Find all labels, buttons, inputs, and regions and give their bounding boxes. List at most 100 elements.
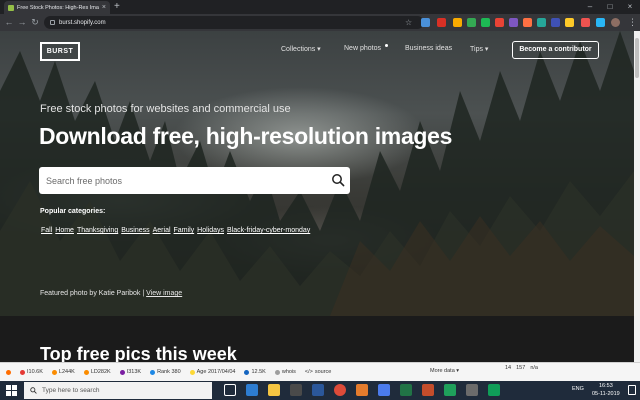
close-window-button[interactable]: × xyxy=(620,0,640,14)
nav-business-ideas[interactable]: Business ideas xyxy=(405,45,452,52)
extension-icon[interactable] xyxy=(551,18,560,27)
file-explorer-icon[interactable] xyxy=(268,384,280,396)
search-input[interactable] xyxy=(39,167,319,194)
back-arrow-icon[interactable]: ← xyxy=(3,14,15,31)
seo-item[interactable]: whois xyxy=(274,369,296,375)
extension-icon[interactable] xyxy=(481,18,490,27)
category-fall[interactable]: Fall xyxy=(41,227,52,234)
burst-logo[interactable]: BURST xyxy=(40,42,80,61)
app-icon[interactable] xyxy=(378,384,390,396)
clock-date: 05-11-2019 xyxy=(592,391,620,397)
seo-extension-bar: I10.6K L244K LD282K I313K Rank 380 Age 2… xyxy=(0,362,640,381)
seo-item[interactable] xyxy=(6,369,11,375)
seo-item[interactable]: I10.6K xyxy=(20,369,43,375)
profile-avatar-icon[interactable] xyxy=(611,18,620,27)
chrome-icon[interactable] xyxy=(334,384,346,396)
category-thanksgiving[interactable]: Thanksgiving xyxy=(77,227,118,234)
tab-close-icon[interactable]: × xyxy=(102,4,106,11)
seo-item[interactable]: L244K xyxy=(51,369,75,375)
scrollbar-track[interactable] xyxy=(634,31,640,362)
bing-icon xyxy=(51,369,57,375)
app-icon[interactable] xyxy=(444,384,456,396)
category-home[interactable]: Home xyxy=(55,227,74,234)
extension-icon[interactable] xyxy=(537,18,546,27)
new-tab-button[interactable]: + xyxy=(114,1,120,13)
search-icon xyxy=(30,387,37,394)
nav-new-photos[interactable]: New photos xyxy=(344,45,381,52)
taskbar-search[interactable]: Type here to search xyxy=(24,382,212,399)
tagline: Free stock photos for websites and comme… xyxy=(40,103,291,115)
google-icon xyxy=(20,369,25,375)
category-black-friday[interactable]: Black-friday-cyber-monday xyxy=(227,227,310,234)
url-text: burst.shopify.com xyxy=(59,19,106,26)
view-image-link[interactable]: View image xyxy=(146,290,182,297)
app-icon[interactable] xyxy=(466,384,478,396)
seo-item[interactable]: Rank 380 xyxy=(150,369,181,375)
search-icon[interactable] xyxy=(331,173,345,187)
seo-item[interactable]: LD282K xyxy=(83,369,111,375)
age-icon xyxy=(189,369,195,375)
whois-icon xyxy=(274,369,280,375)
clock-time: 16:53 xyxy=(598,383,613,389)
address-bar[interactable]: burst.shopify.com xyxy=(44,16,424,29)
seo-item[interactable]: 12.5K xyxy=(244,369,266,375)
page-viewport: BURST Collections ▾ New photos Business … xyxy=(0,31,634,362)
section-heading: Top free pics this week xyxy=(40,344,237,362)
category-aerial[interactable]: Aerial xyxy=(153,227,171,234)
extension-icon[interactable] xyxy=(421,18,430,27)
extension-icon[interactable] xyxy=(453,18,462,27)
reload-icon[interactable]: ↻ xyxy=(29,14,41,31)
task-view-icon[interactable] xyxy=(224,384,236,396)
mail-icon[interactable] xyxy=(312,384,324,396)
tab-active[interactable]: Free Stock Photos: High-Res Ima × xyxy=(4,1,110,14)
more-data-dropdown[interactable]: More data ▾ xyxy=(430,368,459,374)
store-icon[interactable] xyxy=(290,384,302,396)
nav-collections[interactable]: Collections ▾ xyxy=(281,45,321,53)
extension-icon[interactable] xyxy=(581,18,590,27)
app-icon[interactable] xyxy=(488,384,500,396)
forward-arrow-icon[interactable]: → xyxy=(16,14,28,31)
app-icon[interactable] xyxy=(422,384,434,396)
seo-item[interactable]: I313K xyxy=(119,369,141,375)
nav-tips[interactable]: Tips ▾ xyxy=(470,45,488,53)
category-holidays[interactable]: Holidays xyxy=(197,227,224,234)
lock-icon xyxy=(50,20,55,25)
search-box xyxy=(39,167,350,194)
source-icon: </> xyxy=(304,369,313,375)
extension-icon[interactable] xyxy=(565,18,574,27)
language-indicator[interactable]: ENG xyxy=(572,386,584,392)
edge-icon[interactable] xyxy=(246,384,258,396)
extension-icon[interactable] xyxy=(509,18,518,27)
taskbar-search-text: Type here to search xyxy=(42,387,100,394)
category-business[interactable]: Business xyxy=(121,227,149,234)
windows-start-icon[interactable] xyxy=(6,385,17,396)
extension-icon[interactable] xyxy=(495,18,504,27)
rank-icon xyxy=(150,369,156,375)
excel-icon[interactable] xyxy=(400,384,412,396)
photo-credit: Featured photo by Katie Paribok | View i… xyxy=(40,290,182,297)
stat-value: 14 xyxy=(505,365,512,371)
system-clock[interactable]: 16:53 05-11-2019 xyxy=(592,382,620,398)
seo-logo-icon xyxy=(6,369,11,375)
seo-item[interactable]: Age 2017/04/04 xyxy=(189,369,235,375)
maximize-button[interactable]: □ xyxy=(600,0,620,14)
extension-icon[interactable] xyxy=(596,18,605,27)
extension-icon[interactable] xyxy=(467,18,476,27)
stat-value: 157 xyxy=(516,365,526,371)
minimize-button[interactable]: – xyxy=(580,0,600,14)
new-indicator-dot xyxy=(385,44,388,47)
bookmark-star-icon[interactable]: ☆ xyxy=(405,14,412,31)
gmail-extension-icon[interactable] xyxy=(437,18,446,27)
credit-text: Featured photo by Katie Paribok | xyxy=(40,290,145,297)
become-contributor-button[interactable]: Become a contributor xyxy=(512,41,599,59)
stat-value: n/a xyxy=(530,365,538,371)
category-links: Fall Home Thanksgiving Business Aerial F… xyxy=(41,227,310,234)
scrollbar-thumb[interactable] xyxy=(635,38,639,78)
notifications-icon[interactable] xyxy=(628,385,636,395)
category-family[interactable]: Family xyxy=(174,227,195,234)
app-icon[interactable] xyxy=(356,384,368,396)
browser-menu-icon[interactable]: ⋮ xyxy=(628,14,637,31)
seo-item[interactable]: </> source xyxy=(305,369,331,375)
extension-icon[interactable] xyxy=(523,18,532,27)
shopify-favicon-icon xyxy=(8,4,14,11)
